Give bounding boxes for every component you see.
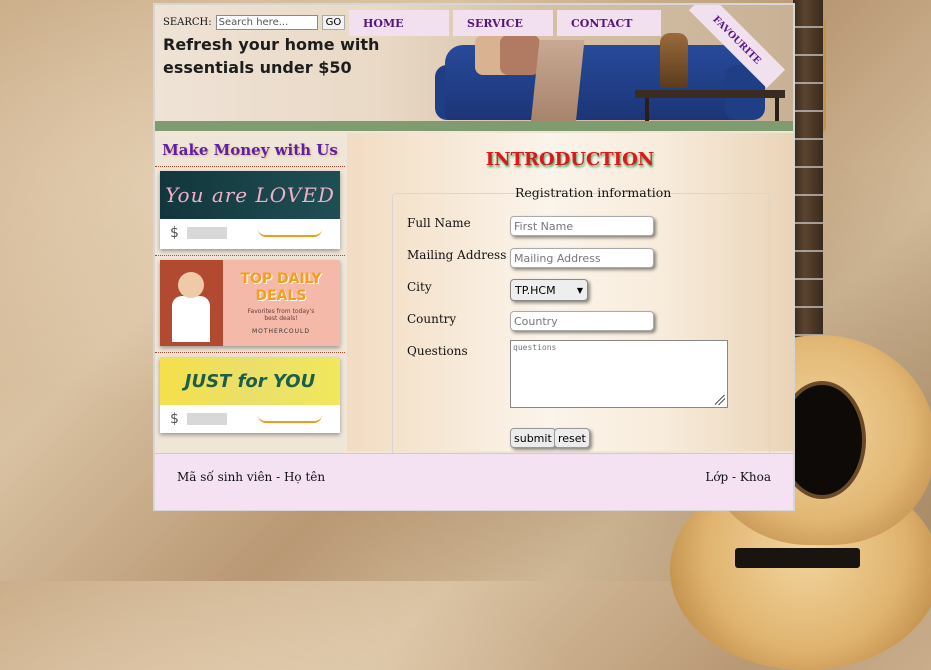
search-bar: SEARCH: GO xyxy=(163,15,346,30)
questions-label: Questions xyxy=(407,344,468,358)
dollar-icon: $ xyxy=(170,411,179,427)
divider xyxy=(155,352,345,353)
ad-text: You are LOVED xyxy=(165,183,335,207)
resize-handle-icon[interactable] xyxy=(715,395,725,405)
ad-photo xyxy=(160,260,222,346)
header-banner: SEARCH: GO HOME SERVICE CONTACT Refresh … xyxy=(155,5,793,131)
questions-textarea[interactable] xyxy=(510,340,728,408)
footer: Mã số sinh viên - Họ tên Lớp - Khoa xyxy=(155,453,793,510)
full-name-label: Full Name xyxy=(407,216,471,230)
ad-image: JUST for YOU xyxy=(160,357,340,405)
registration-fieldset: Registration information Full Name Maili… xyxy=(392,185,770,465)
ad-footer: $ xyxy=(160,219,340,247)
ad-footer: $ xyxy=(160,405,340,433)
price-placeholder xyxy=(186,413,227,425)
footer-student-info: Mã số sinh viên - Họ tên xyxy=(177,470,326,484)
mailing-address-label: Mailing Address xyxy=(407,248,507,262)
pillow xyxy=(500,35,540,75)
main-nav: HOME SERVICE CONTACT xyxy=(349,10,661,36)
submit-button[interactable]: submit xyxy=(510,428,556,448)
ad-image: You are LOVED xyxy=(160,171,340,219)
country-label: Country xyxy=(407,312,457,326)
ad-title-line-2: DEALS xyxy=(255,288,307,304)
amazon-smile-icon xyxy=(258,415,322,423)
page-wrapper: SEARCH: GO HOME SERVICE CONTACT Refresh … xyxy=(153,3,795,511)
ad-brand: MOTHERCOULD xyxy=(251,328,310,335)
city-label: City xyxy=(407,280,432,294)
city-select[interactable]: TP.HCM ▼ xyxy=(510,279,588,301)
dollar-icon: $ xyxy=(170,225,179,241)
promo-line-2: essentials under $50 xyxy=(163,58,352,77)
chevron-down-icon: ▼ xyxy=(576,285,583,295)
divider xyxy=(155,255,345,256)
nav-item-service[interactable]: SERVICE xyxy=(453,10,553,36)
go-button[interactable]: GO xyxy=(321,15,346,30)
ad-you-are-loved[interactable]: You are LOVED $ xyxy=(160,171,340,249)
ad-just-for-you[interactable]: JUST for YOU $ xyxy=(160,357,340,433)
throw-blanket xyxy=(530,40,585,125)
ad-title-line-1: TOP DAILY xyxy=(240,271,322,287)
sidebar-title: Make Money with Us xyxy=(155,133,345,167)
promo-line-1: Refresh your home with xyxy=(163,35,380,54)
amazon-smile-icon xyxy=(258,229,322,237)
guitar-bridge xyxy=(735,548,860,568)
floor-strip xyxy=(155,121,793,131)
footer-class-info: Lớp - Khoa xyxy=(705,470,771,484)
side-table xyxy=(635,90,785,98)
fieldset-legend: Registration information xyxy=(515,185,672,200)
page-title: INTRODUCTION xyxy=(485,149,655,170)
search-input[interactable] xyxy=(215,15,318,30)
ad-text-block: TOP DAILY DEALS Favorites from today's b… xyxy=(222,260,340,346)
ad-subtitle: Favorites from today's best deals! xyxy=(247,308,315,322)
country-field[interactable] xyxy=(510,311,654,331)
mailing-address-field[interactable] xyxy=(510,248,654,268)
ad-top-daily-deals[interactable]: TOP DAILY DEALS Favorites from today's b… xyxy=(160,260,340,346)
city-select-value: TP.HCM xyxy=(515,283,556,297)
main-content: INTRODUCTION Registration information Fu… xyxy=(347,133,793,465)
vase-image xyxy=(660,33,688,88)
ad-text: JUST for YOU xyxy=(184,370,316,392)
full-name-field[interactable] xyxy=(510,216,654,236)
nav-item-contact[interactable]: CONTACT xyxy=(557,10,661,36)
reset-button[interactable]: reset xyxy=(554,428,590,448)
search-label: SEARCH: xyxy=(163,17,212,28)
sidebar: Make Money with Us You are LOVED $ TOP D… xyxy=(155,133,345,451)
price-placeholder xyxy=(186,227,227,239)
guitar-neck xyxy=(793,0,823,360)
promo-text: Refresh your home with essentials under … xyxy=(163,33,393,79)
